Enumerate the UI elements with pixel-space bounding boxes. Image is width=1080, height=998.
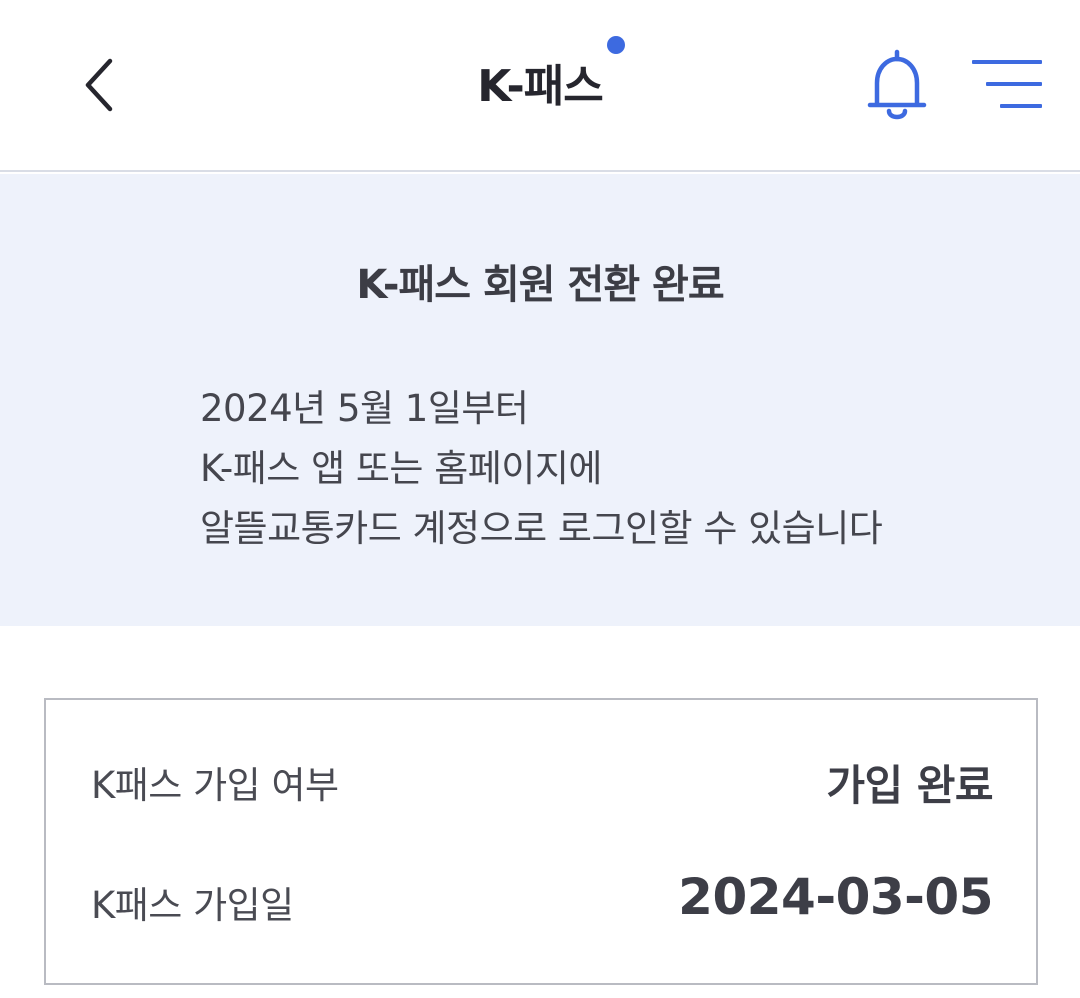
page-title: K-패스 <box>477 36 625 114</box>
menu-line-top <box>972 60 1042 64</box>
menu-button[interactable] <box>962 52 1046 118</box>
page-title-text: K-패스 <box>477 61 603 112</box>
notification-dot <box>606 36 625 54</box>
banner-line: 알뜰교통카드 계정으로 로그인할 수 있습니다 <box>200 507 883 550</box>
banner-line: 2024년 5월 1일부터 <box>200 387 529 430</box>
app-header: K-패스 <box>0 0 1080 172</box>
conversion-banner: K-패스 회원 전환 완료 2024년 5월 1일부터 K-패스 앱 또는 홈페… <box>0 174 1080 626</box>
signup-status-value: 가입 완료 <box>826 761 993 810</box>
signup-status-label: K패스 가입 여부 <box>91 764 339 807</box>
signup-date-value: 2024-03-05 <box>678 868 993 926</box>
bell-icon <box>867 49 927 120</box>
signup-date-label: K패스 가입일 <box>91 884 294 927</box>
menu-line-middle <box>986 82 1042 86</box>
notification-button[interactable] <box>856 46 938 128</box>
banner-line: K-패스 앱 또는 홈페이지에 <box>200 447 602 490</box>
membership-info-card: K패스 가입 여부 가입 완료 K패스 가입일 2024-03-05 <box>44 698 1038 985</box>
banner-message: 2024년 5월 1일부터 K-패스 앱 또는 홈페이지에 알뜰교통카드 계정으… <box>200 379 883 559</box>
banner-title: K-패스 회원 전환 완료 <box>356 262 724 308</box>
menu-line-bottom <box>1000 104 1042 108</box>
